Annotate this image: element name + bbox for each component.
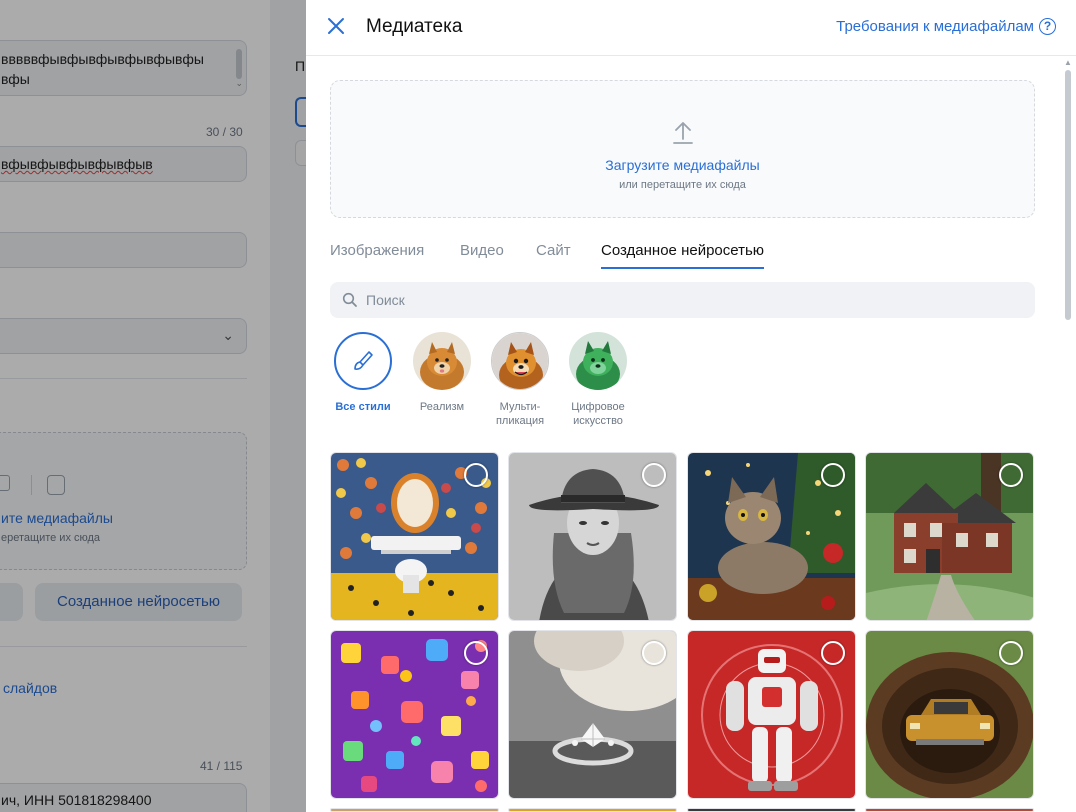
modal-overlay[interactable]: [0, 0, 306, 812]
image-tile-row3-1[interactable]: [330, 808, 499, 812]
brush-icon: [354, 351, 373, 370]
close-icon: [328, 18, 344, 34]
upload-subtitle: или перетащите их сюда: [619, 179, 746, 191]
image-tile-house[interactable]: [865, 452, 1034, 621]
tab-video[interactable]: Видео: [460, 242, 504, 267]
select-checkbox[interactable]: [464, 641, 488, 665]
style-label: Все стили: [335, 401, 391, 413]
style-all-circle: [334, 332, 392, 390]
media-library-panel: Медиатека Требования к медиафайлам ? Заг…: [306, 0, 1076, 812]
select-checkbox[interactable]: [999, 641, 1023, 665]
style-realism[interactable]: Реализм: [402, 332, 482, 414]
image-tile-ring[interactable]: [508, 630, 677, 799]
select-checkbox[interactable]: [821, 463, 845, 487]
scroll-thumb[interactable]: [1065, 70, 1071, 320]
dog-realism-thumbnail: [413, 332, 471, 390]
close-button[interactable]: [326, 16, 346, 36]
requirements-link[interactable]: Требования к медиафайлам: [836, 18, 1034, 35]
search-icon: [342, 292, 357, 307]
image-tile-icons-pattern[interactable]: [330, 630, 499, 799]
image-tile-car-in-pit[interactable]: [865, 630, 1034, 799]
panel-header: Медиатека Требования к медиафайлам ?: [306, 0, 1076, 56]
dog-digital-thumbnail: [569, 332, 627, 390]
select-checkbox[interactable]: [642, 641, 666, 665]
style-label: Мульти- пликация: [495, 401, 545, 427]
image-tile-row3-4[interactable]: [865, 808, 1034, 812]
image-tile-row3-3[interactable]: [687, 808, 856, 812]
tab-images[interactable]: Изображения: [330, 242, 424, 267]
style-label: Реализм: [419, 401, 465, 413]
image-tile-mosaic-bathroom[interactable]: [330, 452, 499, 621]
image-tile-woman-in-hat[interactable]: [508, 452, 677, 621]
panel-scrollbar[interactable]: ▲: [1064, 58, 1072, 812]
scroll-up-icon[interactable]: ▲: [1064, 58, 1072, 68]
image-tile-cat[interactable]: [687, 452, 856, 621]
search-box[interactable]: [330, 282, 1035, 318]
search-input[interactable]: [366, 282, 1026, 318]
tab-ai-generated[interactable]: Созданное нейросетью: [601, 242, 765, 269]
style-label: Цифровое искусство: [571, 401, 625, 427]
dog-cartoon-thumbnail: [491, 332, 549, 390]
select-checkbox[interactable]: [821, 641, 845, 665]
panel-title: Медиатека: [366, 16, 463, 37]
style-all[interactable]: Все стили: [323, 332, 403, 414]
tab-site[interactable]: Сайт: [536, 242, 571, 267]
select-checkbox[interactable]: [642, 463, 666, 487]
style-cartoon[interactable]: Мульти- пликация: [480, 332, 560, 428]
upload-title: Загрузите медиафайлы: [605, 157, 760, 173]
upload-dropzone[interactable]: Загрузите медиафайлы или перетащите их с…: [330, 80, 1035, 218]
image-tile-robot[interactable]: [687, 630, 856, 799]
help-icon[interactable]: ?: [1039, 18, 1056, 35]
upload-icon: [673, 122, 693, 144]
select-checkbox[interactable]: [464, 463, 488, 487]
style-digital-art[interactable]: Цифровое искусство: [558, 332, 638, 428]
select-checkbox[interactable]: [999, 463, 1023, 487]
image-tile-row3-2[interactable]: [508, 808, 677, 812]
